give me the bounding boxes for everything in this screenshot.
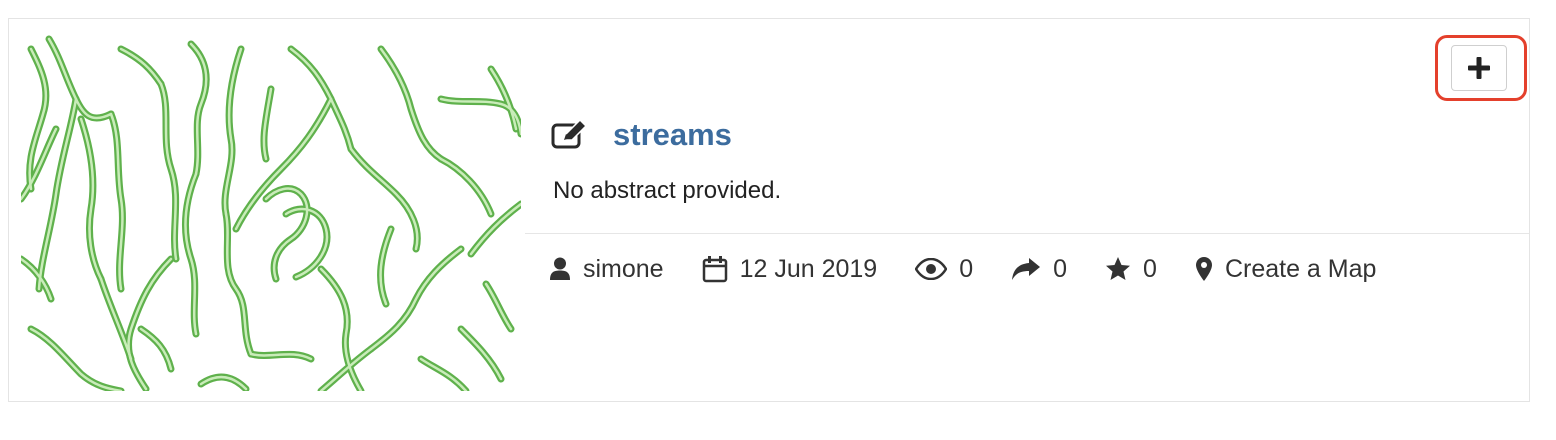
publish-date: 12 Jun 2019 [739,254,878,283]
favorites-item: 0 [1105,255,1157,284]
streams-map-image [21,35,521,391]
stream-line [137,325,175,373]
stream-line [21,255,55,303]
stream-line [437,155,495,218]
create-map-label: Create a Map [1224,254,1377,283]
eye-icon [915,258,948,280]
map-marker-icon [1195,257,1212,281]
stream-line [487,65,520,133]
title-row: streams [551,115,732,155]
plus-icon [1468,57,1490,79]
views-count: 0 [959,254,974,283]
owner-link[interactable]: simone [549,255,664,284]
user-icon [550,257,570,280]
layer-details: streams No abstract provided. simone 12 … [525,19,1529,401]
stream-line [232,95,335,233]
stream-line-highlight [99,277,133,361]
layer-card: streams No abstract provided. simone 12 … [8,18,1530,402]
stream-line-highlight [29,327,123,391]
calendar-icon [702,256,727,283]
stream-line-highlight [484,282,513,331]
stream-line [262,185,311,283]
date-item: 12 Jun 2019 [702,254,878,284]
shares-count: 0 [1053,254,1068,283]
layer-abstract: No abstract provided. [553,177,782,204]
stream-line [377,45,445,163]
stream-line [117,45,165,88]
share-icon [1012,258,1041,280]
add-button[interactable] [1451,45,1507,91]
stream-line-highlight [289,47,353,151]
layer-title-link[interactable]: streams [613,117,732,153]
star-icon [1106,257,1131,280]
create-map-link[interactable]: Create a Map [1195,255,1376,284]
stream-line [287,45,355,153]
views-item: 0 [915,255,973,284]
layer-thumbnail[interactable] [21,29,521,391]
owner-name: simone [583,254,664,283]
favorites-count: 0 [1143,254,1157,283]
stream-line [467,200,521,258]
layer-meta: simone 12 Jun 2019 0 0 0 Create a Map [549,251,1414,287]
shares-item: 0 [1011,255,1067,284]
edit-icon[interactable] [551,118,591,152]
divider [525,233,1529,234]
stream-line-highlight [189,42,208,176]
stream-line [347,145,421,253]
